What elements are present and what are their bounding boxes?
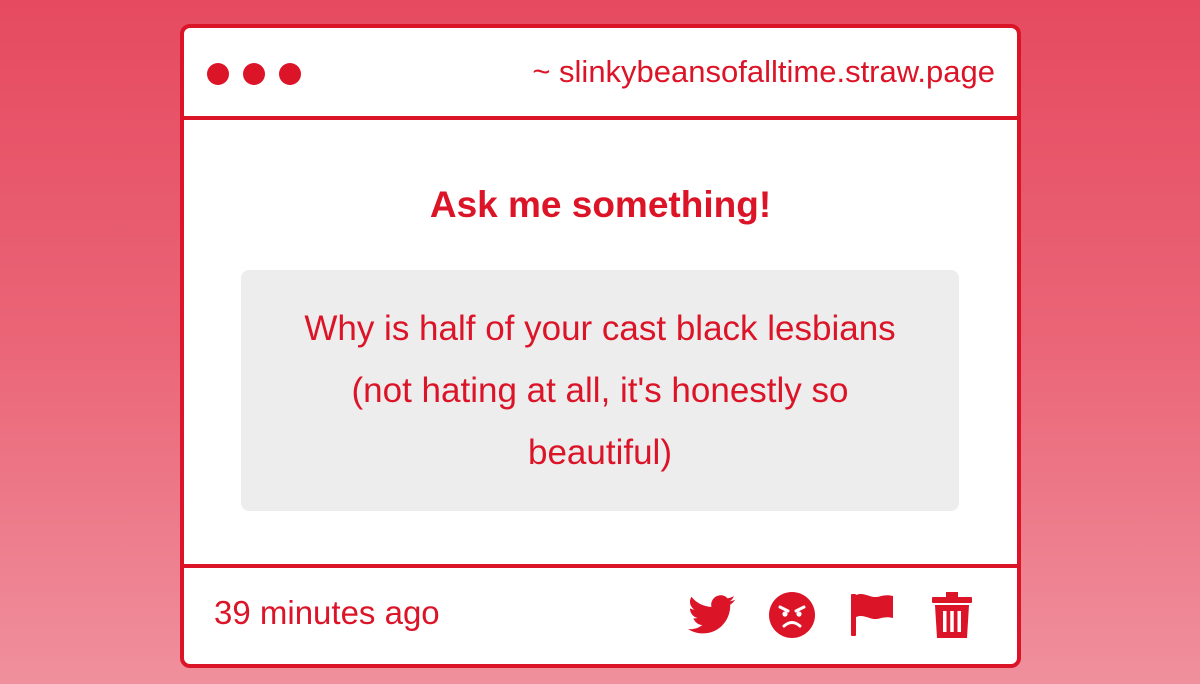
- question-box: Why is half of your cast black lesbians …: [241, 270, 959, 511]
- page-title: Ask me something!: [429, 184, 772, 225]
- ask-card: ~ slinkybeansofalltime.straw.page Ask me…: [180, 24, 1021, 668]
- window-dots: [207, 63, 301, 85]
- window-dot: [279, 63, 301, 85]
- angry-face-icon: [769, 592, 815, 638]
- delete-button[interactable]: [927, 590, 977, 640]
- trash-icon: [932, 592, 972, 638]
- timestamp: 39 minutes ago: [214, 594, 440, 631]
- window-dot: [243, 63, 265, 85]
- block-button[interactable]: [767, 590, 817, 640]
- flag-icon: [851, 593, 893, 636]
- twitter-share-button[interactable]: [687, 590, 737, 640]
- twitter-icon: [688, 595, 736, 634]
- card-footer: 39 minutes ago: [184, 564, 1017, 664]
- window-dot: [207, 63, 229, 85]
- question-text: Why is half of your cast black lesbians …: [304, 308, 896, 472]
- card-content: Ask me something! Why is half of your ca…: [184, 120, 1017, 564]
- window-titlebar: ~ slinkybeansofalltime.straw.page: [184, 28, 1017, 120]
- report-button[interactable]: [847, 590, 897, 640]
- action-bar: [687, 590, 977, 640]
- page-url: ~ slinkybeansofalltime.straw.page: [532, 54, 995, 89]
